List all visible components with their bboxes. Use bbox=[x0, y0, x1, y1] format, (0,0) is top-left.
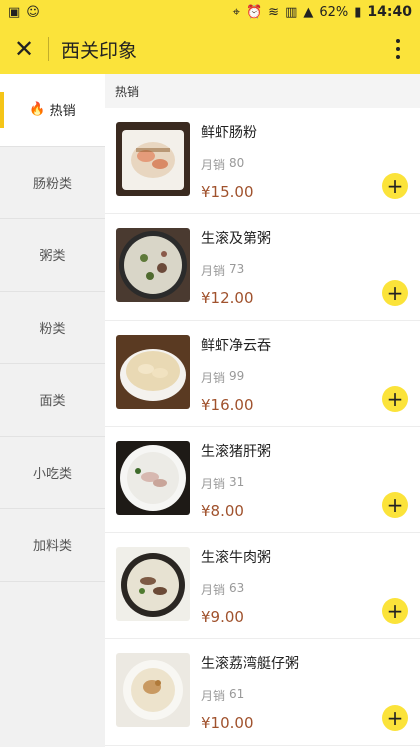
category-hot[interactable]: 🔥 热销 bbox=[0, 74, 105, 147]
signal-icon: ▲ bbox=[303, 4, 314, 20]
product-name: 鲜虾肠粉 bbox=[201, 125, 257, 141]
add-to-cart-button[interactable]: + bbox=[382, 385, 408, 412]
status-left: ▣ ☺ bbox=[8, 6, 40, 19]
status-bar: ▣ ☺ ⌖ ⏰ ≋ ▥ ▲ 62% ▮ 14:40 bbox=[0, 0, 420, 24]
category-rice-roll[interactable]: 肠粉类 bbox=[0, 147, 105, 219]
product-sales: 月销 99 bbox=[201, 369, 420, 386]
product-sales: 月销 80 bbox=[201, 156, 420, 173]
sales-count: 63 bbox=[229, 581, 245, 596]
product-photo bbox=[116, 653, 190, 728]
category-rice-noodle[interactable]: 粉类 bbox=[0, 292, 105, 364]
sales-count: 31 bbox=[229, 474, 245, 489]
category-label: 粉类 bbox=[39, 321, 66, 337]
product-item[interactable]: 生滚猪肝粥 月销 31 ¥8.00 + bbox=[105, 427, 420, 534]
sales-label: 月销 bbox=[201, 158, 226, 172]
product-name: 生滚猪肝粥 bbox=[201, 443, 271, 460]
product-name: 生滚及第粥 bbox=[201, 231, 271, 248]
sales-count: 99 bbox=[229, 368, 245, 383]
product-sales: 月销 61 bbox=[201, 687, 420, 704]
image-icon: ▣ bbox=[8, 4, 21, 20]
product-photo bbox=[116, 547, 190, 622]
alarm-icon: ⏰ bbox=[245, 4, 263, 20]
header-bar: ✕ 西关印象 bbox=[0, 24, 420, 74]
sales-count: 80 bbox=[229, 156, 245, 170]
sales-label: 月销 bbox=[201, 583, 226, 598]
sales-count: 73 bbox=[229, 262, 245, 277]
product-name: 鲜虾净云吞 bbox=[201, 337, 271, 354]
category-label: 小吃类 bbox=[32, 466, 72, 482]
location-icon: ⌖ bbox=[232, 4, 240, 20]
product-item[interactable]: 生滚荔湾艇仔粥 月销 61 ¥10.00 + bbox=[105, 639, 420, 746]
header-divider bbox=[48, 37, 49, 61]
product-name: 生滚牛肉粥 bbox=[201, 550, 271, 567]
sales-label: 月销 bbox=[201, 264, 226, 279]
product-photo bbox=[116, 334, 190, 409]
category-congee[interactable]: 粥类 bbox=[0, 219, 105, 292]
add-to-cart-button[interactable]: + bbox=[382, 492, 408, 519]
category-noodle[interactable]: 面类 bbox=[0, 364, 105, 437]
page-title: 西关印象 bbox=[61, 39, 138, 62]
battery-icon: ▮ bbox=[354, 4, 362, 20]
product-item[interactable]: 生滚牛肉粥 月销 63 ¥9.00 + bbox=[105, 533, 420, 640]
category-label: 面类 bbox=[39, 394, 66, 410]
add-to-cart-button[interactable]: + bbox=[382, 704, 408, 731]
hd-icon: ▥ bbox=[285, 4, 298, 20]
add-to-cart-button[interactable]: + bbox=[382, 279, 408, 306]
product-item[interactable]: 鲜虾肠粉 月销 80 ¥15.00 + bbox=[105, 108, 420, 215]
status-right: ⌖ ⏰ ≋ ▥ ▲ 62% ▮ 14:40 bbox=[233, 4, 412, 20]
sales-label: 月销 bbox=[201, 476, 226, 491]
category-label: 粥类 bbox=[39, 249, 66, 265]
clock: 14:40 bbox=[367, 4, 412, 20]
emoji-icon: ☺ bbox=[26, 4, 40, 20]
category-extra[interactable]: 加料类 bbox=[0, 509, 105, 582]
category-label: 加料类 bbox=[32, 539, 72, 555]
section-header: 热销 bbox=[105, 74, 420, 108]
sales-count: 61 bbox=[229, 687, 245, 702]
close-icon: ✕ bbox=[13, 35, 35, 63]
fire-icon: 🔥 bbox=[29, 102, 46, 118]
sales-label: 月销 bbox=[201, 370, 226, 385]
battery-text: 62% bbox=[319, 4, 349, 20]
product-name: 生滚荔湾艇仔粥 bbox=[201, 656, 299, 673]
product-sales: 月销 63 bbox=[201, 581, 420, 598]
product-sales: 月销 73 bbox=[201, 262, 420, 279]
product-sales: 月销 31 bbox=[201, 475, 420, 492]
category-sidebar: 🔥 热销 肠粉类 粥类 粉类 面类 小吃类 加料类 bbox=[0, 74, 105, 747]
product-photo bbox=[116, 440, 190, 515]
product-list: 热销 鲜虾肠粉 月销 80 ¥15.00 + 生滚及第粥 月销 73 ¥12.00 … bbox=[105, 74, 420, 747]
category-label: 热销 bbox=[49, 104, 76, 120]
close-button[interactable]: ✕ bbox=[0, 24, 48, 74]
wifi-icon: ≋ bbox=[268, 4, 280, 20]
product-photo bbox=[116, 122, 190, 196]
category-snack[interactable]: 小吃类 bbox=[0, 437, 105, 509]
product-photo bbox=[116, 228, 190, 303]
sales-label: 月销 bbox=[201, 689, 226, 704]
product-item[interactable]: 鲜虾净云吞 月销 99 ¥16.00 + bbox=[105, 321, 420, 427]
more-icon bbox=[396, 39, 400, 59]
category-label: 肠粉类 bbox=[32, 176, 72, 192]
product-item[interactable]: 生滚及第粥 月销 73 ¥12.00 + bbox=[105, 214, 420, 321]
more-button[interactable] bbox=[376, 24, 420, 74]
